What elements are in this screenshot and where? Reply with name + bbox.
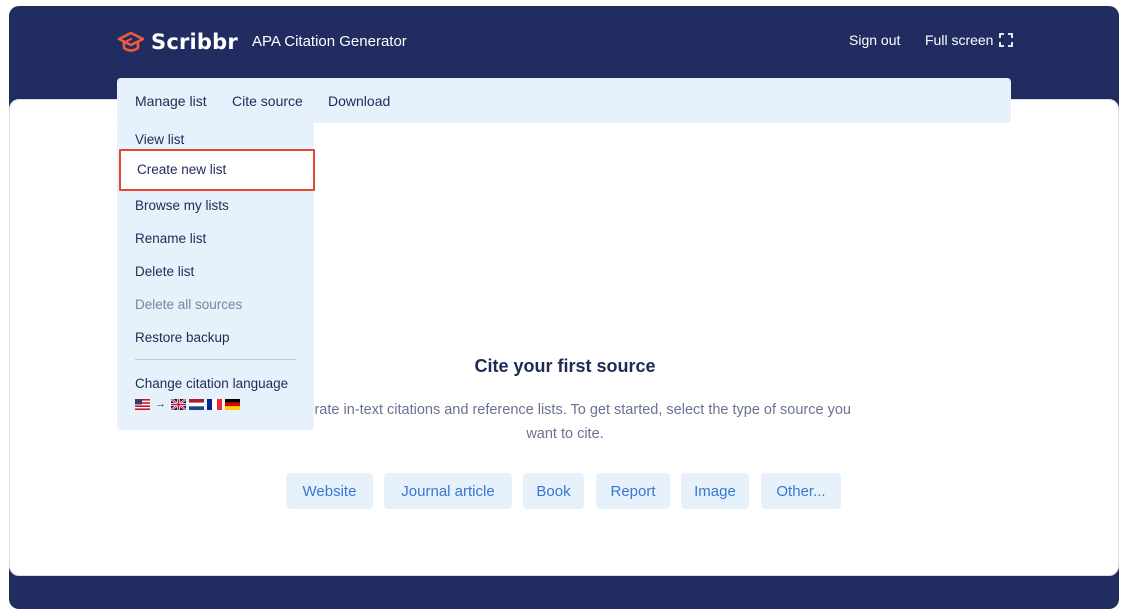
tab-manage-list[interactable]: Manage list xyxy=(135,93,207,109)
sign-out-link[interactable]: Sign out xyxy=(849,32,900,48)
menu-divider xyxy=(135,359,296,360)
menu-item-restore-backup[interactable]: Restore backup xyxy=(135,330,230,345)
menu-item-rename-list[interactable]: Rename list xyxy=(135,231,206,246)
menu-item-browse-my-lists[interactable]: Browse my lists xyxy=(135,198,229,213)
tab-download[interactable]: Download xyxy=(328,93,390,109)
fullscreen-icon xyxy=(999,33,1014,47)
full-screen-button[interactable]: Full screen xyxy=(925,32,1014,48)
app-frame: Scribbr APA Citation Generator Sign out … xyxy=(9,6,1119,609)
uk-flag-icon xyxy=(171,398,186,410)
toolbar: Manage list Cite source Download xyxy=(117,78,1011,123)
scribbr-logo[interactable]: Scribbr xyxy=(117,28,238,56)
tab-cite-source[interactable]: Cite source xyxy=(232,93,303,109)
source-website-button[interactable]: Website xyxy=(286,473,373,509)
nl-flag-icon xyxy=(189,398,204,410)
brand-name: Scribbr xyxy=(151,30,238,54)
app-title: APA Citation Generator xyxy=(252,33,407,50)
menu-item-change-citation-language[interactable]: Change citation language xyxy=(135,376,288,391)
arrow-right-icon: → xyxy=(155,398,166,410)
menu-item-delete-list[interactable]: Delete list xyxy=(135,264,194,279)
source-other-button[interactable]: Other... xyxy=(761,473,841,509)
source-book-button[interactable]: Book xyxy=(523,473,584,509)
source-report-button[interactable]: Report xyxy=(596,473,670,509)
language-flags[interactable]: → xyxy=(135,398,240,410)
fr-flag-icon xyxy=(207,398,222,410)
graduation-cap-icon xyxy=(117,31,145,52)
menu-item-view-list[interactable]: View list xyxy=(135,132,184,147)
source-image-button[interactable]: Image xyxy=(681,473,749,509)
menu-item-create-new-list[interactable]: Create new list xyxy=(119,149,315,191)
us-flag-icon xyxy=(135,398,150,410)
source-journal-article-button[interactable]: Journal article xyxy=(384,473,512,509)
menu-item-delete-all-sources: Delete all sources xyxy=(135,297,243,312)
page-description: Generate in-text citations and reference… xyxy=(279,402,851,442)
de-flag-icon xyxy=(225,398,240,410)
full-screen-label: Full screen xyxy=(925,32,994,48)
menu-item-create-new-list-label: Create new list xyxy=(137,162,227,177)
